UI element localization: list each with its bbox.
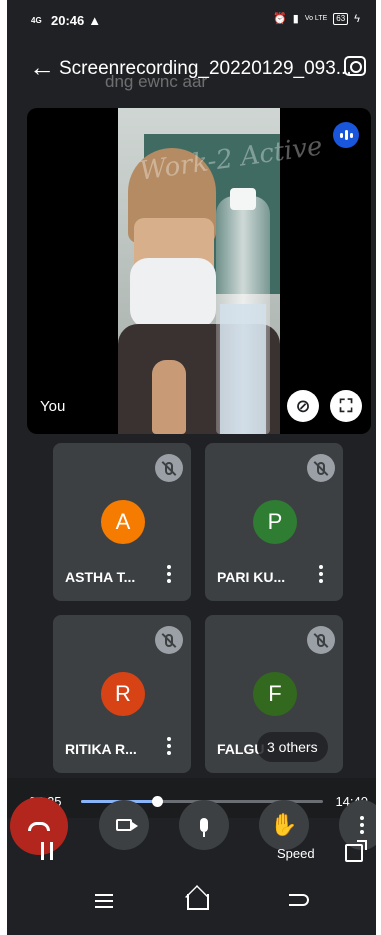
call-controls: ✋ Speed [7,797,376,868]
video-camera-icon [116,819,138,831]
pause-icon[interactable] [41,842,53,860]
participant-tile[interactable]: F FALGU 3 others [205,615,343,773]
avatar: R [101,672,145,716]
vibrate-icon: ▮ [292,13,299,25]
mic-off-icon [155,626,183,654]
player-header: ← dng ewnc aar Screenrecording_20220129_… [7,48,376,91]
mic-off-icon [307,454,335,482]
video-title: Screenrecording_20220129_093... [59,58,352,79]
mic-off-icon [155,454,183,482]
hand [152,360,186,434]
others-count-badge[interactable]: 3 others [257,732,328,762]
self-video-tile: Work-2 Active You ⊘ ⛶ [27,108,371,434]
avatar: A [101,500,145,544]
recents-icon[interactable] [95,894,113,908]
mic-off-icon [307,626,335,654]
more-vert-icon[interactable] [319,565,323,583]
participant-name: ASTHA T... [65,569,136,585]
participant-tile[interactable]: P PARI KU... [205,443,343,601]
pin-off-icon[interactable]: ⊘ [287,390,319,422]
camera-icon[interactable] [344,56,366,76]
speed-button[interactable]: Speed [277,846,315,861]
avatar: F [253,672,297,716]
rotate-screen-icon[interactable] [345,840,367,862]
more-vert-icon[interactable] [167,737,171,755]
status-left: 4G 20:46 ▲ [31,13,101,28]
hand-icon: ✋ [270,812,298,837]
phone-screen: 4G 20:46 ▲ ⏰ ▮ Vo LTE 63 ϟ ← dng ewnc aa… [7,0,376,935]
arrow-left-icon[interactable]: ← [29,54,55,80]
status-bar: 4G 20:46 ▲ ⏰ ▮ Vo LTE 63 ϟ [7,0,376,40]
participant-tile[interactable]: A ASTHA T... [53,443,191,601]
more-vert-icon [360,816,364,834]
raise-hand-button[interactable]: ✋ [259,800,309,850]
camera-toggle-button[interactable] [99,800,149,850]
avatar: P [253,500,297,544]
clock: 20:46 [51,13,85,28]
home-icon[interactable] [187,894,209,910]
charging-icon: ϟ [354,12,360,25]
participant-name: RITIKA R... [65,741,137,757]
participant-name: PARI KU... [217,569,286,585]
system-nav-bar [7,884,376,926]
self-label: You [40,398,66,415]
phone-hangup-icon [28,821,50,831]
fullscreen-icon[interactable]: ⛶ [330,390,362,422]
network-indicator: 4G [31,15,42,25]
more-vert-icon[interactable] [167,565,171,583]
participant-tile[interactable]: R RITIKA R... [53,615,191,773]
face-mask [130,258,216,328]
status-right: ⏰ ▮ Vo LTE 63 ϟ [273,12,360,25]
alarm-icon: ⏰ [273,13,287,25]
volte-indicator: Vo LTE [304,15,328,22]
back-icon[interactable] [289,894,309,906]
end-call-button[interactable] [10,797,68,855]
bottle-cap [230,188,256,210]
speaking-indicator-icon [333,122,359,148]
bottle-water [220,304,266,434]
microphone-icon [200,818,208,837]
drive-icon: ▲ [88,13,102,28]
mic-toggle-button[interactable] [179,800,229,850]
battery-indicator: 63 [333,12,349,25]
